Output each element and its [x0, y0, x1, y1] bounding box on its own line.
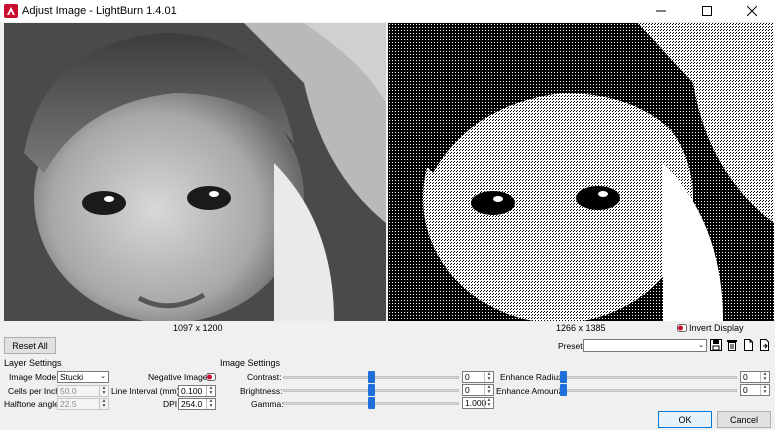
chevron-down-icon: ⌄: [100, 373, 106, 380]
line-interval-value: 0.100: [181, 386, 203, 396]
chevron-down-icon: ⌄: [698, 342, 704, 349]
negative-image-toggle-icon[interactable]: [206, 373, 216, 381]
contrast-label: Contrast:: [247, 372, 282, 382]
import-document-icon[interactable]: [758, 339, 770, 351]
spin-buttons[interactable]: ▲ ▼: [484, 398, 493, 408]
invert-display-toggle-icon[interactable]: [677, 324, 687, 332]
original-image: [4, 23, 386, 321]
maximize-icon[interactable]: [684, 0, 730, 22]
gamma-input[interactable]: 1.000 ▲ ▼: [462, 397, 494, 409]
enhance-radius-input[interactable]: 0 ▲ ▼: [740, 371, 770, 383]
dpi-input[interactable]: 254.0 ▲ ▼: [178, 398, 216, 410]
halftone-angle-label: Halftone angle: [4, 399, 59, 409]
enhance-radius-label: Enhance Radius:: [500, 372, 565, 382]
gamma-slider-thumb[interactable]: [368, 397, 375, 409]
image-mode-value: Stucki: [60, 372, 84, 382]
enhance-radius-slider-track[interactable]: [559, 376, 737, 379]
reset-all-button[interactable]: Reset All: [4, 337, 56, 354]
cells-per-inch-label: Cells per Inch: [8, 386, 60, 396]
halftone-angle-value: 22.5: [60, 399, 77, 409]
window-title: Adjust Image - LightBurn 1.4.01: [22, 5, 177, 17]
dpi-label: DPI: [163, 399, 178, 409]
spin-buttons[interactable]: ▲ ▼: [99, 386, 108, 396]
spin-buttons[interactable]: ▲ ▼: [760, 372, 769, 382]
enhance-amount-slider-thumb[interactable]: [560, 384, 567, 396]
cells-per-inch-value: 50.0: [60, 386, 77, 396]
halftone-angle-input[interactable]: 22.5 ▲ ▼: [57, 398, 109, 410]
preview-dimensions-label: 1266 x 1385: [556, 323, 606, 333]
cells-per-inch-input[interactable]: 50.0 ▲ ▼: [57, 385, 109, 397]
line-interval-input[interactable]: 0.100 ▲ ▼: [178, 385, 216, 397]
contrast-value: 0: [465, 372, 470, 382]
ok-button[interactable]: OK: [658, 411, 712, 428]
enhance-radius-value: 0: [743, 372, 748, 382]
image-settings-title: Image Settings: [220, 358, 281, 368]
dpi-value: 254.0: [181, 399, 203, 409]
layer-settings-title: Layer Settings: [4, 358, 62, 368]
spin-buttons[interactable]: ▲ ▼: [206, 386, 215, 396]
dithered-preview-image: [388, 23, 774, 321]
negative-image-label: Negative Image: [148, 372, 208, 382]
line-interval-label: Line Interval (mm): [111, 386, 180, 396]
brightness-input[interactable]: 0 ▲ ▼: [462, 384, 494, 396]
spin-buttons[interactable]: ▲ ▼: [760, 385, 769, 395]
original-dimensions-label: 1097 x 1200: [173, 323, 223, 333]
spin-buttons[interactable]: ▲ ▼: [99, 399, 108, 409]
image-mode-label: Image Mode:: [9, 372, 59, 382]
contrast-slider-thumb[interactable]: [368, 371, 375, 383]
image-mode-select[interactable]: Stucki ⌄: [57, 371, 109, 383]
new-document-icon[interactable]: [742, 339, 754, 351]
cancel-button[interactable]: Cancel: [717, 411, 771, 428]
close-icon[interactable]: [729, 0, 775, 22]
lightburn-logo-icon: [4, 4, 18, 18]
brightness-label: Brightness:: [240, 386, 283, 396]
gamma-label: Gamma:: [251, 399, 284, 409]
enhance-amount-value: 0: [743, 385, 748, 395]
enhance-amount-label: Enhance Amount:: [496, 386, 564, 396]
brightness-slider-thumb[interactable]: [368, 384, 375, 396]
invert-display-label[interactable]: Invert Display: [689, 323, 744, 333]
enhance-amount-slider-track[interactable]: [559, 389, 737, 392]
enhance-radius-slider-thumb[interactable]: [560, 371, 567, 383]
presets-dropdown[interactable]: ⌄: [583, 339, 707, 352]
trash-icon[interactable]: [726, 339, 738, 351]
save-icon[interactable]: [710, 339, 722, 351]
contrast-input[interactable]: 0 ▲ ▼: [462, 371, 494, 383]
spin-buttons[interactable]: ▲ ▼: [484, 385, 493, 395]
enhance-amount-input[interactable]: 0 ▲ ▼: [740, 384, 770, 396]
brightness-value: 0: [465, 385, 470, 395]
spin-buttons[interactable]: ▲ ▼: [206, 399, 215, 409]
spin-buttons[interactable]: ▲ ▼: [484, 372, 493, 382]
minimize-icon[interactable]: [638, 0, 684, 22]
